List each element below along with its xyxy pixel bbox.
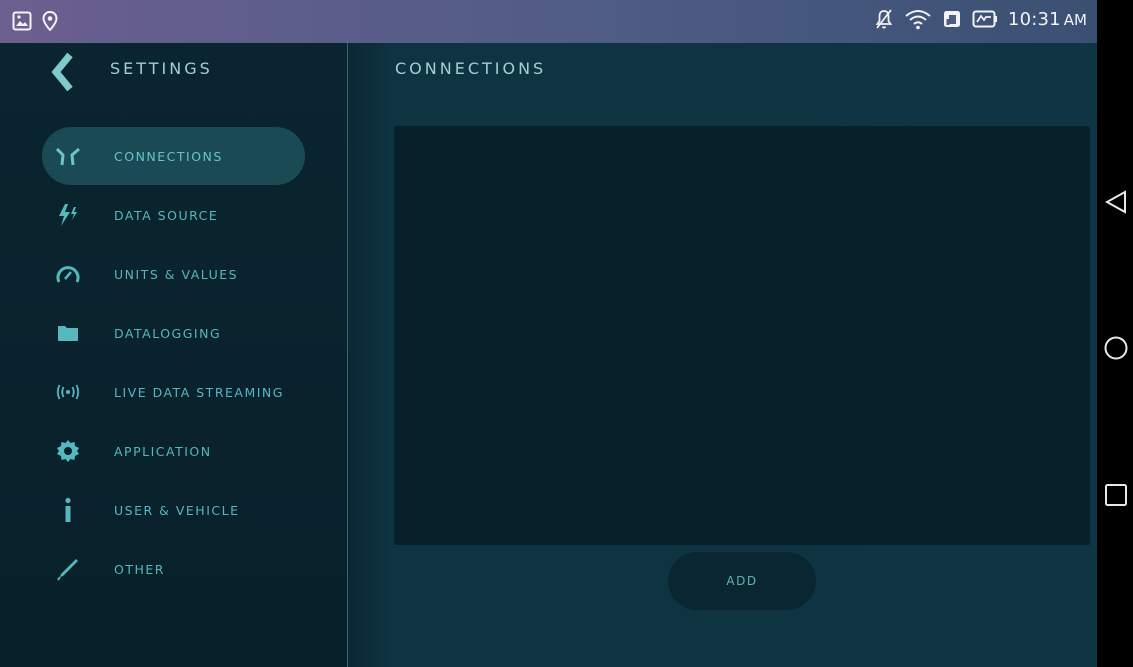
nav-label-other: OTHER — [114, 561, 165, 577]
nav-item-application[interactable]: APPLICATION — [42, 422, 322, 480]
status-bar-right: 10:31 AM — [874, 8, 1087, 30]
nav-item-datalogging[interactable]: DATALOGGING — [42, 304, 322, 362]
lightning-icon — [54, 201, 82, 229]
broadcast-icon — [54, 378, 82, 406]
recents-icon[interactable] — [1103, 482, 1129, 508]
back-button[interactable] — [48, 52, 78, 92]
settings-sidebar: SETTINGS CONNECTIONS DATA SOURCE UNITS &… — [0, 43, 347, 667]
wifi-icon — [904, 8, 932, 30]
settings-nav: CONNECTIONS DATA SOURCE UNITS & VALUES D… — [42, 127, 322, 599]
battery-charging-icon — [972, 9, 998, 29]
page-title: CONNECTIONS — [395, 59, 547, 78]
info-icon — [54, 496, 82, 524]
android-nav-bar — [1097, 0, 1133, 667]
add-button[interactable]: ADD — [668, 552, 816, 610]
pen-icon — [54, 555, 82, 583]
location-icon — [42, 11, 58, 31]
clock: 10:31 AM — [1008, 9, 1087, 30]
connections-list[interactable] — [394, 126, 1090, 545]
home-icon[interactable] — [1103, 335, 1129, 361]
nav-label-data-source: DATA SOURCE — [114, 207, 219, 223]
connections-icon — [54, 142, 82, 170]
nav-label-application: APPLICATION — [114, 443, 212, 459]
nav-item-connections[interactable]: CONNECTIONS — [42, 127, 305, 185]
nav-label-units-values: UNITS & VALUES — [114, 266, 239, 282]
gallery-icon — [12, 11, 32, 31]
mute-icon — [874, 8, 894, 30]
nav-label-connections: CONNECTIONS — [114, 148, 223, 164]
nav-item-data-source[interactable]: DATA SOURCE — [42, 186, 322, 244]
sidebar-title: SETTINGS — [110, 59, 213, 78]
status-bar: 10:31 AM — [0, 0, 1097, 43]
back-icon[interactable] — [1103, 189, 1129, 215]
nav-label-datalogging: DATALOGGING — [114, 325, 222, 341]
nav-label-live-data-streaming: LIVE DATA STREAMING — [114, 384, 284, 400]
clock-ampm: AM — [1063, 10, 1087, 29]
sim-icon — [942, 9, 962, 29]
gauge-icon — [54, 260, 82, 288]
clock-time: 10:31 — [1007, 8, 1061, 30]
gear-icon — [54, 437, 82, 465]
nav-item-user-vehicle[interactable]: USER & VEHICLE — [42, 481, 322, 539]
chevron-left-icon — [51, 52, 73, 92]
folder-icon — [54, 319, 82, 347]
nav-item-other[interactable]: OTHER — [42, 540, 322, 598]
status-bar-left — [12, 11, 58, 31]
nav-item-live-data-streaming[interactable]: LIVE DATA STREAMING — [42, 363, 322, 421]
connections-panel: CONNECTIONS ADD — [348, 43, 1097, 667]
nav-item-units-values[interactable]: UNITS & VALUES — [42, 245, 322, 303]
nav-label-user-vehicle: USER & VEHICLE — [114, 502, 240, 518]
